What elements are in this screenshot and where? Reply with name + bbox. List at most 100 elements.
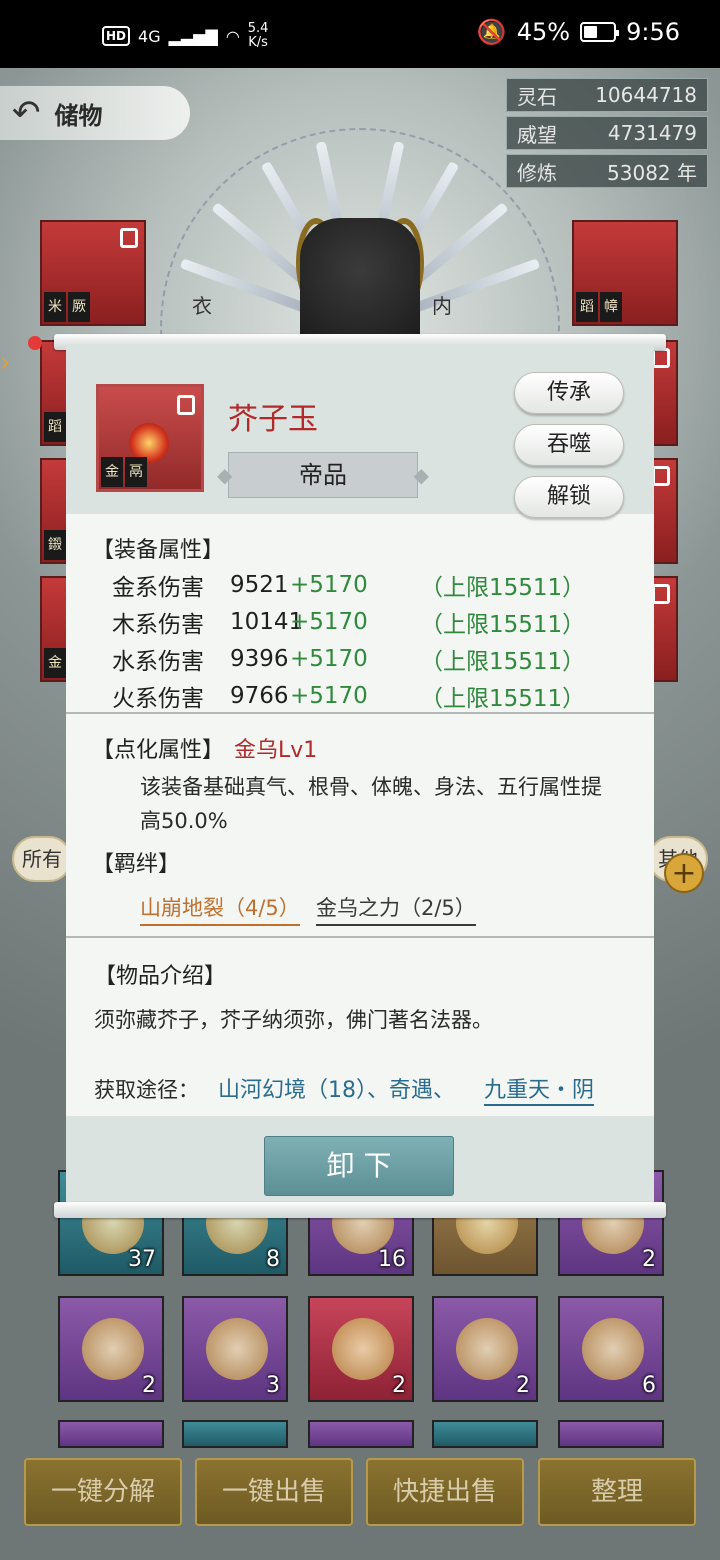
inventory-item[interactable]: 6	[558, 1296, 664, 1402]
attr-name: 水系伤害	[112, 648, 204, 675]
notification-dot	[28, 336, 42, 350]
attr-cap: （上限15511）	[420, 648, 586, 675]
net-speed-unit: K/s	[248, 35, 268, 50]
status-bar: HD 4G ▂▃▅▇ ◠ 5.4 K/s 🔕 45% 9:56	[0, 0, 720, 68]
slot-tag: 蹈	[576, 292, 598, 322]
slot-tag: 米	[44, 292, 66, 322]
inventory-item[interactable]	[308, 1420, 414, 1448]
lock-icon	[120, 228, 138, 248]
inventory-item[interactable]	[558, 1420, 664, 1448]
item-name: 芥子玉	[228, 402, 318, 437]
item-count: 16	[378, 1247, 406, 1272]
decompose-all-button[interactable]: 一键分解	[24, 1458, 182, 1526]
item-grade: 帝品	[217, 452, 429, 498]
battery-fill	[584, 26, 597, 38]
back-button[interactable]: ↶ 储物	[0, 86, 190, 140]
item-tag: 鬲	[125, 457, 147, 487]
resource-value: 10644718	[595, 83, 697, 107]
attr-name: 火系伤害	[112, 685, 204, 711]
attribute-row: 木系伤害 10141 +5170 （上限15511）	[112, 603, 612, 640]
hero-avatar[interactable]	[300, 218, 420, 348]
back-arrow-icon: ↶	[12, 93, 41, 133]
wifi-icon: ◠	[225, 26, 240, 46]
equip-slot-weapon[interactable]: 米 厥	[40, 220, 146, 326]
attribute-row: 火系伤害 9766 +5170 （上限15511）	[112, 677, 612, 711]
unequip-button[interactable]: 卸 下	[264, 1136, 454, 1196]
unlock-button[interactable]: 解锁	[514, 476, 624, 518]
battery-icon	[580, 22, 620, 42]
attr-cap: （上限15511）	[420, 685, 586, 711]
bell-off-icon: 🔕	[476, 18, 507, 46]
attr-cap: （上限15511）	[420, 611, 586, 638]
item-count: 8	[266, 1247, 280, 1272]
lock-icon	[177, 395, 195, 415]
equip-slot-ring[interactable]: 蹈 幛	[572, 220, 678, 326]
inventory-item[interactable]: 3	[182, 1296, 288, 1402]
slot-tag: 厥	[68, 292, 90, 322]
bond-link-1[interactable]: 山崩地裂（4/5）	[140, 892, 300, 926]
inventory-item[interactable]	[432, 1420, 538, 1448]
attribute-row: 水系伤害 9396 +5170 （上限15511）	[112, 640, 612, 677]
quick-sell-button[interactable]: 快捷出售	[366, 1458, 524, 1526]
intro-text: 须弥藏芥子，芥子纳须弥，佛门著名法器。	[94, 1008, 493, 1032]
popup-header: 金 鬲 芥子玉 帝品 传承 吞噬 解锁	[66, 344, 654, 518]
sort-button[interactable]: 整理	[538, 1458, 696, 1526]
resource-value: 4731479	[607, 121, 697, 145]
signal-bars-icon: ▂▃▅▇	[168, 26, 218, 46]
intro-title: 【物品介绍】	[94, 964, 227, 989]
attr-value: 9766	[230, 682, 289, 709]
inherit-button[interactable]: 传承	[514, 372, 624, 414]
popup-panel: 金 鬲 芥子玉 帝品 传承 吞噬 解锁 【装备属性】 金系伤害 9521 +51…	[66, 344, 654, 1202]
slot-label-clothes: 衣	[192, 294, 212, 318]
inventory-item[interactable]	[58, 1420, 164, 1448]
attr-value: 9396	[230, 645, 289, 672]
item-icon	[582, 1318, 644, 1380]
item-count: 37	[128, 1247, 156, 1272]
inventory-item[interactable]: 2	[308, 1296, 414, 1402]
resource-spirit-stone: 灵石 10644718	[506, 78, 708, 112]
slot-tag: 幛	[600, 292, 622, 322]
item-count: 2	[392, 1373, 406, 1398]
devour-button[interactable]: 吞噬	[514, 424, 624, 466]
resource-cultivation: 修炼 53082 年	[506, 154, 708, 188]
resource-label: 灵石	[517, 84, 557, 109]
divider	[66, 936, 654, 938]
enhance-attr-title: 【点化属性】	[92, 738, 225, 763]
attribute-row: 金系伤害 9521 +5170 （上限15511）	[112, 566, 612, 603]
attr-bonus: +5170	[290, 682, 368, 709]
item-icon: 金 鬲	[96, 384, 204, 492]
inventory-item[interactable]	[182, 1420, 288, 1448]
bottom-action-bar: 一键分解 一键出售 快捷出售 整理	[0, 1448, 720, 1560]
side-expand-icon[interactable]: ›	[0, 348, 22, 408]
enhance-name: 金乌Lv1	[234, 738, 318, 763]
bond-title: 【羁绊】	[92, 852, 181, 877]
page-title: 储物	[54, 101, 103, 130]
clock: 9:56	[626, 18, 680, 46]
status-right: 🔕 45% 9:56	[477, 18, 680, 46]
attr-bonus: +5170	[290, 645, 368, 672]
bond-link-2[interactable]: 金乌之力（2/5）	[316, 892, 476, 926]
divider	[66, 712, 654, 714]
net-speed: 5.4 K/s	[248, 22, 269, 50]
item-count: 2	[142, 1373, 156, 1398]
add-icon[interactable]: +	[664, 853, 704, 893]
inventory-item[interactable]: 2	[58, 1296, 164, 1402]
item-tags: 金 鬲	[101, 457, 147, 487]
item-icon	[332, 1318, 394, 1380]
sell-all-button[interactable]: 一键出售	[195, 1458, 353, 1526]
attr-bonus: +5170	[290, 571, 368, 598]
attr-value: 10141	[230, 608, 304, 635]
item-detail-popup: 金 鬲 芥子玉 帝品 传承 吞噬 解锁 【装备属性】 金系伤害 9521 +51…	[54, 332, 666, 1218]
battery-percent: 45%	[516, 18, 571, 46]
source-link[interactable]: 九重天・阴	[484, 1072, 595, 1106]
resource-label: 威望	[517, 122, 557, 147]
attr-cap: （上限15511）	[420, 574, 586, 601]
attribute-list[interactable]: 金系伤害 9521 +5170 （上限15511） 木系伤害 10141 +51…	[112, 566, 612, 711]
status-left: HD 4G ▂▃▅▇ ◠ 5.4 K/s	[102, 22, 268, 50]
inventory-item[interactable]: 2	[432, 1296, 538, 1402]
item-tag: 金	[101, 457, 123, 487]
resource-prestige: 威望 4731479	[506, 116, 708, 150]
scroll-roll-bottom	[54, 1202, 666, 1218]
source-label: 获取途径：	[94, 1078, 199, 1102]
source-text: 山河幻境（18）、奇遇、	[218, 1078, 455, 1103]
